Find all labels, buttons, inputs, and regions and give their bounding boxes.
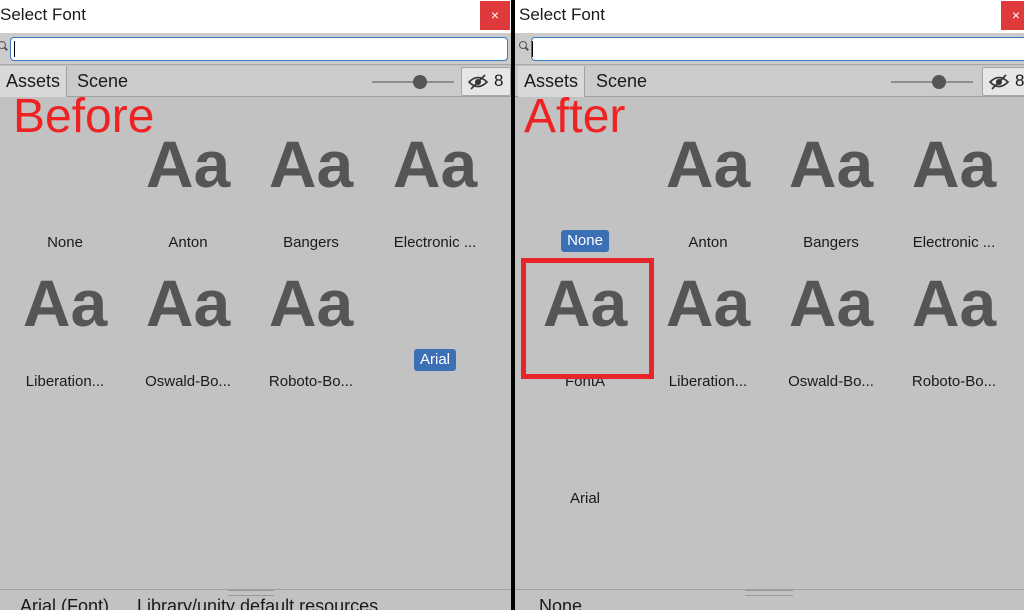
- font-preview-glyph: Aa: [788, 266, 874, 340]
- search-input[interactable]: [10, 37, 508, 61]
- splitter-handle[interactable]: [745, 590, 793, 596]
- font-item-roboto[interactable]: Aa Roboto-Bo...: [251, 270, 371, 400]
- search-bar: [515, 33, 1024, 65]
- close-button[interactable]: ×: [1001, 1, 1024, 30]
- font-picker-before: Select Font × Assets Scene 8 None Aa Ant…: [0, 0, 511, 610]
- font-item-label: Roboto-Bo...: [911, 373, 997, 390]
- font-preview-glyph: Aa: [788, 127, 874, 201]
- font-preview-glyph: Aa: [145, 266, 231, 340]
- status-asset-name: None: [539, 596, 583, 610]
- font-item-label: Liberation...: [25, 373, 105, 390]
- hidden-items-toggle[interactable]: 8: [982, 67, 1024, 96]
- font-item-label: Roboto-Bo...: [268, 373, 354, 390]
- font-item-bangers[interactable]: Aa Bangers: [251, 131, 371, 261]
- search-bar: [0, 33, 511, 65]
- font-item-liberation[interactable]: Aa Liberation...: [5, 270, 125, 400]
- search-icon: [519, 41, 527, 49]
- window-title: Select Font: [519, 5, 605, 24]
- status-asset-path: Library/unity default resources: [137, 596, 379, 610]
- font-item-label: None: [47, 234, 83, 251]
- eye-slash-icon: [468, 74, 488, 90]
- font-preview-glyph: Aa: [268, 266, 354, 340]
- window-title: Select Font: [0, 5, 86, 24]
- close-button[interactable]: ×: [480, 1, 510, 30]
- font-preview-glyph: Aa: [665, 266, 751, 340]
- font-preview-glyph: Aa: [911, 127, 997, 201]
- font-item-none[interactable]: None: [5, 131, 125, 261]
- font-item-roboto[interactable]: Aa Roboto-Bo...: [894, 270, 1014, 400]
- font-item-label: Electronic ...: [912, 234, 996, 251]
- font-item-label: Liberation...: [668, 373, 748, 390]
- font-item-label: Arial: [569, 490, 600, 507]
- font-preview-glyph: Aa: [665, 127, 751, 201]
- font-item-oswald[interactable]: Aa Oswald-Bo...: [771, 270, 891, 400]
- font-item-label: Oswald-Bo...: [145, 373, 231, 390]
- text-caret: [532, 41, 533, 57]
- font-preview-glyph: Aa: [22, 266, 108, 340]
- font-item-label: Anton: [688, 234, 728, 251]
- font-item-anton[interactable]: Aa Anton: [648, 131, 768, 261]
- font-preview-glyph: Aa: [268, 127, 354, 201]
- before-annotation: Before: [13, 90, 155, 143]
- text-caret: [14, 41, 15, 57]
- window-titlebar: Select Font ×: [0, 0, 511, 33]
- font-item-arial-selected[interactable]: Arial: [375, 250, 495, 380]
- font-item-liberation[interactable]: Aa Liberation...: [648, 270, 768, 400]
- font-item-label: Oswald-Bo...: [788, 373, 874, 390]
- font-item-electronic[interactable]: Aa Electronic ...: [375, 131, 495, 261]
- hidden-count: 8: [494, 71, 504, 90]
- zoom-slider-thumb[interactable]: [413, 75, 427, 89]
- window-titlebar: Select Font ×: [515, 0, 1024, 33]
- font-item-label: Anton: [168, 234, 208, 251]
- selected-font-label: None: [561, 230, 609, 252]
- status-asset-name: Arial (Font): [20, 596, 110, 610]
- font-item-none-selected[interactable]: None: [525, 131, 645, 261]
- font-picker-after: Select Font × Assets Scene 8 None Aa Ant…: [515, 0, 1024, 610]
- close-icon: ×: [490, 7, 500, 23]
- splitter-handle[interactable]: [228, 590, 274, 596]
- zoom-slider-thumb[interactable]: [932, 75, 946, 89]
- font-item-label: Bangers: [283, 234, 339, 251]
- eye-slash-icon: [989, 74, 1009, 90]
- font-item-oswald[interactable]: Aa Oswald-Bo...: [128, 270, 248, 400]
- selected-font-label: Arial: [413, 349, 457, 371]
- close-icon: ×: [1011, 7, 1021, 23]
- font-item-label: Bangers: [803, 234, 859, 251]
- hidden-items-toggle[interactable]: 8: [461, 67, 511, 96]
- font-item-electronic[interactable]: Aa Electronic ...: [894, 131, 1014, 261]
- font-item-bangers[interactable]: Aa Bangers: [771, 131, 891, 261]
- fonta-highlight-box: [521, 258, 654, 379]
- after-annotation: After: [524, 90, 626, 143]
- search-icon: [0, 41, 6, 49]
- hidden-count: 8: [1015, 71, 1024, 90]
- font-preview-glyph: Aa: [911, 266, 997, 340]
- font-item-arial[interactable]: Arial: [525, 387, 645, 517]
- font-preview-glyph: Aa: [392, 127, 478, 201]
- font-item-label: Electronic ...: [393, 234, 477, 251]
- font-item-anton[interactable]: Aa Anton: [128, 131, 248, 261]
- search-input[interactable]: [531, 37, 1024, 61]
